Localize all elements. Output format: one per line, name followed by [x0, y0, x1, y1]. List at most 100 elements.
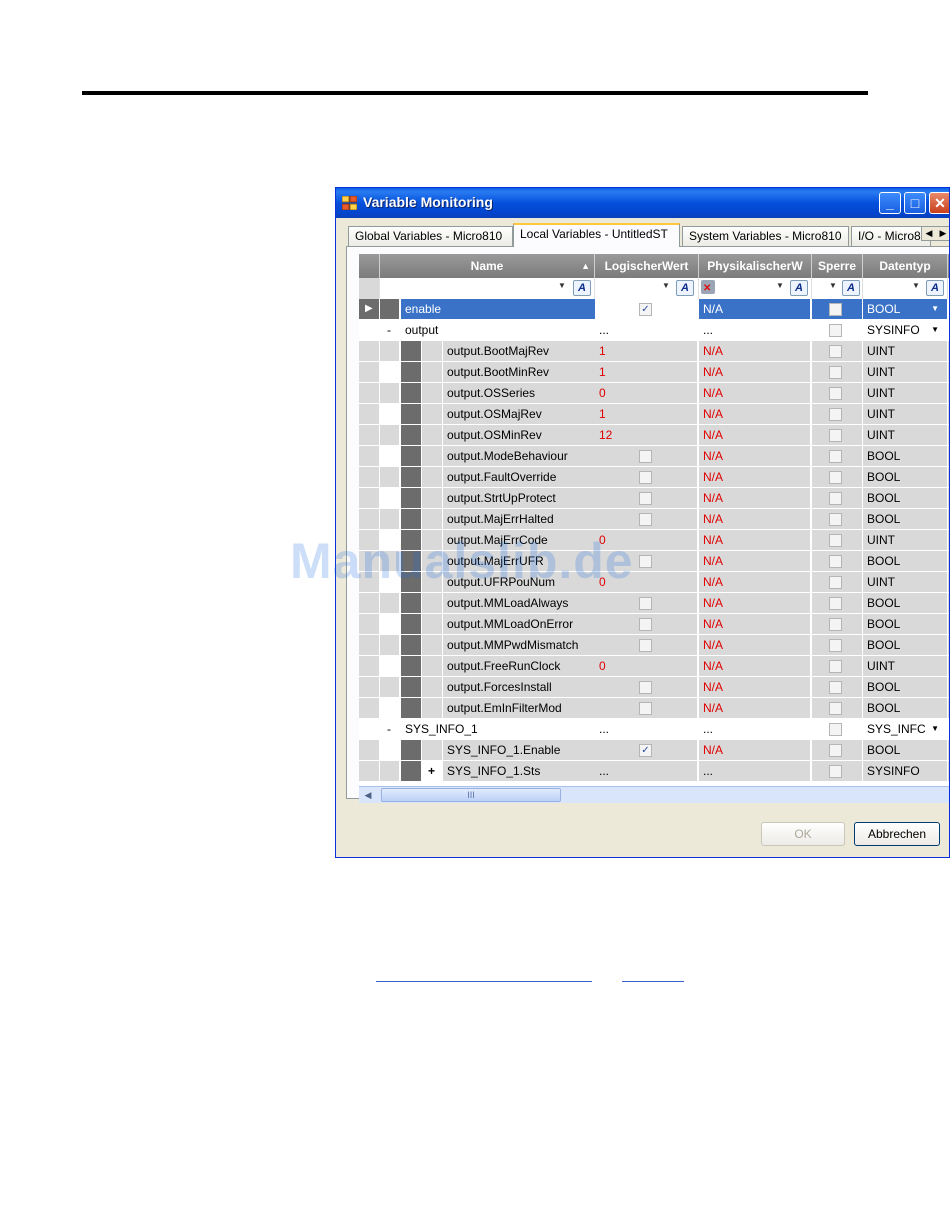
cell-data-type[interactable]: UINT	[863, 341, 947, 361]
value-checkbox[interactable]	[639, 618, 652, 631]
cell-name[interactable]: output.FaultOverride	[443, 467, 595, 487]
value-checkbox[interactable]	[639, 597, 652, 610]
tab-io[interactable]: I/O - Micro810	[851, 226, 931, 246]
cell-name[interactable]: output.StrtUpProtect	[443, 488, 595, 508]
column-header-type[interactable]: Datentyp	[863, 254, 948, 278]
cell-physical-value[interactable]: N/A	[699, 362, 810, 382]
cell-logical-value[interactable]	[595, 635, 697, 655]
cell-name[interactable]: output.OSMinRev	[443, 425, 595, 445]
cell-data-type[interactable]: BOOL	[863, 551, 947, 571]
cell-name[interactable]: output.EmInFilterMod	[443, 698, 595, 718]
collapse-icon[interactable]: -	[387, 320, 391, 340]
tab-system-variables[interactable]: System Variables - Micro810	[682, 226, 849, 246]
cell-lock[interactable]	[812, 467, 862, 487]
cell-physical-value[interactable]: N/A	[699, 299, 810, 319]
filter-logical[interactable]: ▼ A	[595, 278, 699, 299]
filter-icon[interactable]: A	[573, 280, 591, 296]
filter-dropdown-icon[interactable]: ▼	[776, 281, 784, 290]
close-button[interactable]: ✕	[929, 192, 949, 214]
cell-lock[interactable]	[812, 362, 862, 382]
minimize-button[interactable]: _	[879, 192, 901, 214]
cell-data-type[interactable]: BOOL	[863, 698, 947, 718]
row-header[interactable]	[359, 383, 379, 403]
cell-data-type[interactable]: UINT	[863, 362, 947, 382]
column-header-physical[interactable]: PhysikalischerW	[699, 254, 812, 278]
maximize-button[interactable]: □	[904, 192, 926, 214]
ok-button[interactable]: OK	[761, 822, 845, 846]
cell-name[interactable]: output.MMLoadOnError	[443, 614, 595, 634]
lock-checkbox[interactable]	[829, 366, 842, 379]
value-checkbox[interactable]	[639, 555, 652, 568]
cell-physical-value[interactable]: ...	[699, 761, 810, 781]
cell-logical-value[interactable]: ✓	[595, 299, 697, 319]
cell-data-type[interactable]: SYSINFO	[863, 761, 947, 781]
lock-checkbox[interactable]	[829, 429, 842, 442]
cell-data-type[interactable]: BOOL ▼	[863, 299, 947, 319]
cell-physical-value[interactable]: ...	[699, 320, 810, 340]
cell-logical-value[interactable]: 0	[595, 656, 697, 676]
filter-type[interactable]: ▼ A	[863, 278, 948, 299]
cell-name[interactable]: output.MMPwdMismatch	[443, 635, 595, 655]
cell-lock[interactable]	[812, 299, 862, 319]
cell-data-type[interactable]: UINT	[863, 383, 947, 403]
cell-name[interactable]: output.ModeBehaviour	[443, 446, 595, 466]
cell-lock[interactable]	[812, 656, 862, 676]
cell-lock[interactable]	[812, 341, 862, 361]
table-row[interactable]: output.ModeBehaviour N/A BOOL	[359, 446, 949, 467]
cell-lock[interactable]	[812, 509, 862, 529]
table-row[interactable]: output.MajErrHalted N/A BOOL	[359, 509, 949, 530]
value-checkbox[interactable]	[639, 492, 652, 505]
filter-name[interactable]: ▼ A	[380, 278, 595, 299]
cell-lock[interactable]	[812, 761, 862, 781]
cell-physical-value[interactable]: N/A	[699, 698, 810, 718]
cell-logical-value[interactable]	[595, 614, 697, 634]
filter-icon[interactable]: A	[842, 280, 860, 296]
cell-logical-value[interactable]: 0	[595, 383, 697, 403]
cell-logical-value[interactable]: 1	[595, 404, 697, 424]
table-row[interactable]: output.FaultOverride N/A BOOL	[359, 467, 949, 488]
chevron-down-icon[interactable]: ▼	[931, 299, 939, 319]
column-header-lock[interactable]: Sperre	[812, 254, 863, 278]
cell-physical-value[interactable]: N/A	[699, 530, 810, 550]
cell-name[interactable]: output.MMLoadAlways	[443, 593, 595, 613]
row-header[interactable]	[359, 446, 379, 466]
table-row[interactable]: output.ForcesInstall N/A BOOL	[359, 677, 949, 698]
cell-name[interactable]: output.BootMajRev	[443, 341, 595, 361]
cell-logical-value[interactable]	[595, 488, 697, 508]
filter-icon[interactable]: A	[790, 280, 808, 296]
column-header-logical[interactable]: LogischerWert	[595, 254, 699, 278]
value-checkbox[interactable]	[639, 471, 652, 484]
cell-data-type[interactable]: BOOL	[863, 467, 947, 487]
cell-physical-value[interactable]: N/A	[699, 467, 810, 487]
cell-data-type[interactable]: SYSINFO ▼	[863, 320, 947, 340]
table-row[interactable]: output.OSSeries 0 N/A UINT	[359, 383, 949, 404]
cell-physical-value[interactable]: N/A	[699, 446, 810, 466]
cell-data-type[interactable]: BOOL	[863, 446, 947, 466]
cell-physical-value[interactable]: N/A	[699, 425, 810, 445]
cell-name[interactable]: SYS_INFO_1.Enable	[443, 740, 595, 760]
cell-data-type[interactable]: BOOL	[863, 614, 947, 634]
cell-lock[interactable]	[812, 635, 862, 655]
lock-checkbox[interactable]	[829, 597, 842, 610]
lock-checkbox[interactable]	[829, 303, 842, 316]
value-checkbox[interactable]	[639, 450, 652, 463]
horizontal-scrollbar[interactable]: ◀ III ▶	[359, 786, 949, 803]
lock-checkbox[interactable]	[829, 576, 842, 589]
table-row[interactable]: output.BootMajRev 1 N/A UINT	[359, 341, 949, 362]
row-header[interactable]	[359, 488, 379, 508]
row-header[interactable]	[359, 425, 379, 445]
lock-checkbox[interactable]	[829, 639, 842, 652]
cell-physical-value[interactable]: N/A	[699, 383, 810, 403]
row-header[interactable]	[359, 740, 379, 760]
row-header[interactable]	[359, 698, 379, 718]
chevron-down-icon[interactable]: ▼	[931, 719, 939, 739]
table-row[interactable]: + SYS_INFO_1.Sts...... SYSINFO	[359, 761, 949, 782]
lock-checkbox[interactable]	[829, 618, 842, 631]
scroll-thumb[interactable]: III	[381, 788, 561, 802]
filter-icon[interactable]: A	[926, 280, 944, 296]
lock-checkbox[interactable]	[829, 387, 842, 400]
cell-physical-value[interactable]: N/A	[699, 593, 810, 613]
cell-data-type[interactable]: UINT	[863, 572, 947, 592]
table-row[interactable]: SYS_INFO_1.Enable ✓ N/A BOOL	[359, 740, 949, 761]
lock-checkbox[interactable]	[829, 702, 842, 715]
